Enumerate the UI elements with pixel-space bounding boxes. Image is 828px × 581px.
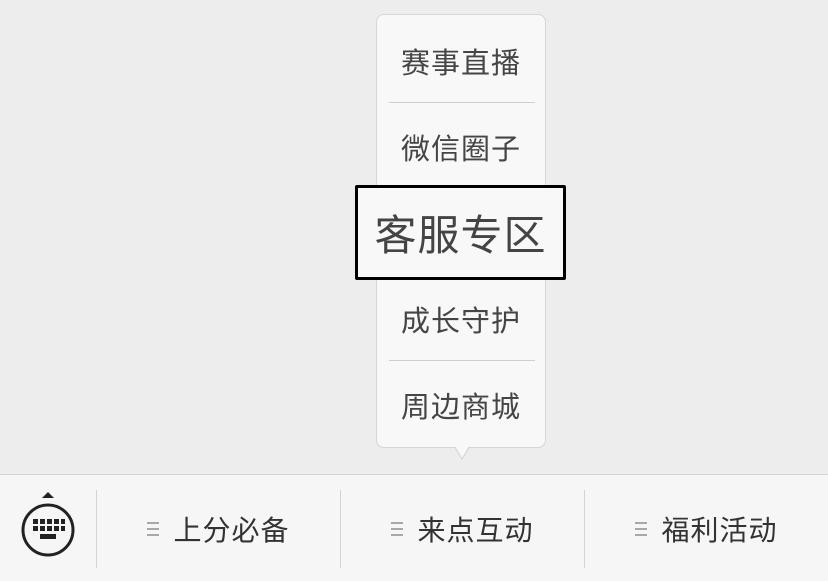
menu-lines-icon [391, 522, 404, 536]
menu-item-live-events[interactable]: 赛事直播 [377, 40, 545, 82]
popup-arrow-fill [455, 446, 469, 458]
tab-interact[interactable]: 来点互动 [341, 490, 584, 568]
menu-divider [389, 102, 535, 103]
tab-label: 福利活动 [661, 514, 778, 547]
menu-item-growth-guard[interactable]: 成长守护 [377, 298, 545, 340]
tab-label: 来点互动 [417, 514, 534, 547]
keyboard-toggle-button[interactable] [18, 490, 78, 560]
tab-welfare-events[interactable]: 福利活动 [585, 490, 828, 568]
menu-divider [389, 360, 535, 361]
menu-lines-icon [635, 522, 648, 536]
tab-rank-up[interactable]: 上分必备 [97, 490, 340, 568]
tab-label: 上分必备 [173, 514, 290, 547]
menu-item-customer-service-label: 客服专区 [374, 211, 547, 260]
menu-lines-icon [147, 522, 160, 536]
keyboard-icon [21, 492, 75, 557]
menu-item-customer-service[interactable]: 客服专区 [355, 185, 566, 280]
menu-item-wechat-circle[interactable]: 微信圈子 [377, 126, 545, 168]
menu-item-merch-store[interactable]: 周边商城 [377, 384, 545, 426]
